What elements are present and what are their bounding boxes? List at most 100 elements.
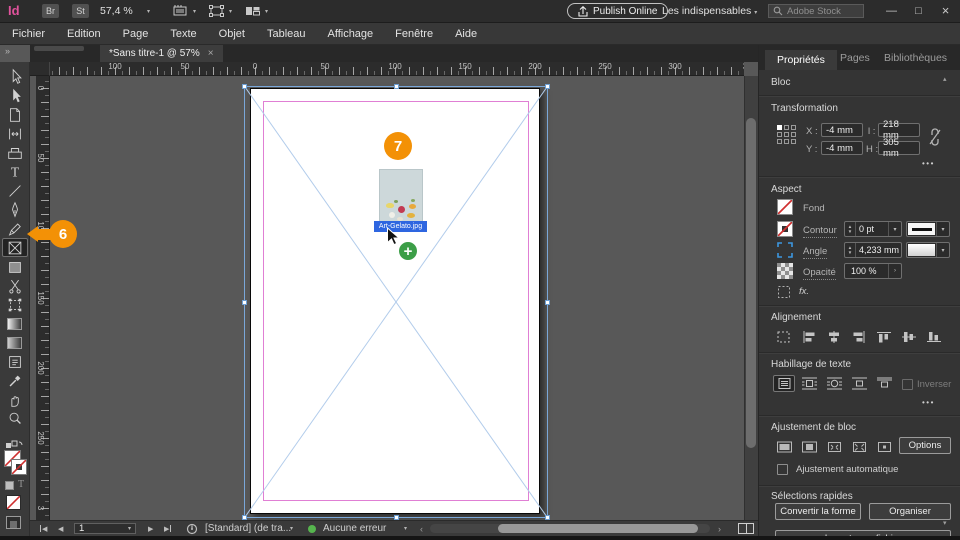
tool-eyedropper-tool[interactable] bbox=[2, 371, 28, 390]
height-field[interactable]: 305 mm bbox=[878, 137, 920, 159]
corner-radius-stepper[interactable]: ▲ ▼ 4,233 mm bbox=[844, 242, 902, 258]
fit-content-proportionally-icon[interactable] bbox=[798, 438, 820, 455]
minimize-button[interactable]: — bbox=[878, 0, 905, 21]
tool-gradient-feather-tool[interactable] bbox=[2, 333, 28, 352]
horizontal-scrollbar-thumb[interactable] bbox=[498, 524, 698, 533]
tool-line-tool[interactable] bbox=[2, 181, 28, 200]
auto-fit-checkbox[interactable] bbox=[777, 464, 788, 475]
constrain-proportions-broken-link-icon[interactable] bbox=[928, 126, 942, 151]
reference-point-7[interactable] bbox=[784, 139, 789, 144]
panel-scroll-down-icon[interactable]: ▾ bbox=[943, 519, 947, 527]
tab-close-icon[interactable]: × bbox=[208, 48, 214, 59]
tools-dock-grip[interactable] bbox=[34, 46, 84, 51]
menu-aide[interactable]: Aide bbox=[444, 28, 488, 40]
stroke-style-chevron-icon[interactable]: ▾ bbox=[936, 222, 949, 236]
menu-tableau[interactable]: Tableau bbox=[256, 28, 317, 40]
align-bottom-icon[interactable] bbox=[923, 328, 945, 345]
menu-page[interactable]: Page bbox=[112, 28, 160, 40]
tool-note-tool[interactable] bbox=[2, 352, 28, 371]
width-field[interactable]: 218 mm bbox=[878, 119, 920, 141]
y-field[interactable]: -4 mm bbox=[821, 141, 863, 155]
corner-shape-chevron-icon[interactable]: ▾ bbox=[936, 243, 949, 257]
align-right-icon[interactable] bbox=[848, 328, 870, 345]
stroke-swatch-icon[interactable] bbox=[777, 221, 793, 237]
stroke-weight-chevron-icon[interactable]: ▾ bbox=[888, 222, 901, 236]
zoom-level-value[interactable]: 57,4 % bbox=[100, 5, 133, 17]
tool-content-collector-tool[interactable] bbox=[2, 143, 28, 162]
view-options-icon[interactable] bbox=[173, 4, 189, 23]
opacity-expand-icon[interactable]: › bbox=[888, 264, 901, 278]
scroll-left-icon[interactable]: ‹ bbox=[420, 521, 423, 536]
selection-handle[interactable] bbox=[545, 300, 550, 305]
tool-pencil-tool[interactable] bbox=[2, 219, 28, 238]
fill-frame-proportionally-icon[interactable] bbox=[773, 438, 795, 455]
corner-label[interactable]: Angle bbox=[803, 246, 828, 259]
adobe-stock-search-input[interactable]: Adobe Stock bbox=[768, 4, 864, 18]
selection-handle[interactable] bbox=[242, 300, 247, 305]
tab-bibliotheques[interactable]: Bibliothèques bbox=[884, 52, 947, 64]
reference-point-1[interactable] bbox=[784, 125, 789, 130]
menu-edition[interactable]: Edition bbox=[56, 28, 112, 40]
pasteboard[interactable]: 7 Art-Gelato.jpg + bbox=[50, 76, 744, 520]
reference-point-0[interactable] bbox=[777, 125, 782, 130]
arrange-documents-chevron-icon[interactable]: ▾ bbox=[265, 8, 268, 15]
bridge-button[interactable]: Br bbox=[42, 4, 59, 18]
apply-none-swatch[interactable] bbox=[6, 495, 21, 510]
workspace-selector[interactable]: Les indispensables ▾ bbox=[662, 5, 757, 17]
align-top-icon[interactable] bbox=[873, 328, 895, 345]
collapse-panels-icon[interactable]: » bbox=[5, 46, 10, 56]
wrap-object-shape-icon[interactable] bbox=[823, 375, 845, 392]
wrap-none-icon[interactable] bbox=[773, 375, 795, 392]
reference-point-selector[interactable] bbox=[777, 125, 797, 145]
preflight-profile-selector[interactable]: [Standard] (de tra... bbox=[205, 521, 291, 536]
document-tab[interactable]: *Sans titre-1 @ 57% × bbox=[100, 45, 223, 62]
error-chevron-icon[interactable]: ▾ bbox=[404, 521, 407, 536]
preflight-chevron-icon[interactable]: ▾ bbox=[290, 521, 293, 536]
publish-online-button[interactable]: Publish Online bbox=[567, 3, 669, 19]
selection-handle[interactable] bbox=[545, 84, 550, 89]
stepper-arrows-icon[interactable]: ▲ ▼ bbox=[845, 243, 856, 257]
tool-page-tool[interactable] bbox=[2, 105, 28, 124]
reference-point-2[interactable] bbox=[791, 125, 796, 130]
text-wrap-more-options[interactable]: ••• bbox=[922, 398, 935, 407]
x-field[interactable]: -4 mm bbox=[821, 123, 863, 137]
corner-dashed-icon[interactable] bbox=[777, 285, 791, 302]
fit-content-to-frame-icon[interactable] bbox=[848, 438, 870, 455]
ruler-origin-corner[interactable] bbox=[30, 62, 50, 76]
stroke-style-dropdown[interactable]: ▾ bbox=[906, 221, 950, 237]
last-page-button[interactable]: ▶ bbox=[164, 521, 172, 536]
stepper-arrows-icon[interactable]: ▲ ▼ bbox=[845, 222, 856, 236]
tool-gradient-tool[interactable] bbox=[2, 314, 28, 333]
preflight-icon[interactable] bbox=[186, 521, 198, 536]
center-content-icon[interactable] bbox=[873, 438, 895, 455]
reference-point-4[interactable] bbox=[784, 132, 789, 137]
stroke-weight-stepper[interactable]: ▲ ▼ 0 pt ▾ bbox=[844, 221, 902, 237]
next-page-button[interactable]: ▶ bbox=[148, 521, 153, 536]
scroll-right-icon[interactable]: › bbox=[718, 521, 721, 536]
fill-swatch-icon[interactable] bbox=[777, 199, 793, 215]
transformation-more-options[interactable]: ••• bbox=[922, 159, 935, 168]
invert-checkbox[interactable] bbox=[902, 379, 913, 390]
convert-shape-button[interactable]: Convertir la forme bbox=[775, 503, 861, 520]
horizontal-ruler[interactable]: 0100500501001502002503003 bbox=[50, 62, 744, 76]
wrap-jump-to-next-column-icon[interactable] bbox=[873, 375, 895, 392]
tool-scissors-tool[interactable] bbox=[2, 276, 28, 295]
stock-button[interactable]: St bbox=[72, 4, 89, 18]
maximize-button[interactable]: □ bbox=[905, 0, 932, 21]
fx-effects-button[interactable]: fx. bbox=[799, 286, 809, 297]
tool-pen-tool[interactable] bbox=[2, 200, 28, 219]
screen-mode-icon[interactable] bbox=[209, 4, 225, 23]
vertical-ruler[interactable]: 0 50 100 150 200 250 3 bbox=[36, 76, 50, 520]
align-vertical-center-icon[interactable] bbox=[898, 328, 920, 345]
screen-mode-button[interactable] bbox=[6, 516, 21, 529]
opacity-control[interactable]: 100 % › bbox=[844, 263, 902, 279]
arrange-documents-icon[interactable] bbox=[245, 4, 261, 23]
preflight-status[interactable]: Aucune erreur bbox=[308, 521, 386, 536]
panel-scroll-up-icon[interactable]: ▴ bbox=[943, 75, 947, 83]
tool-zoom-tool[interactable] bbox=[2, 409, 28, 428]
canvas-vertical-scrollbar-thumb[interactable] bbox=[746, 118, 756, 448]
menu-texte[interactable]: Texte bbox=[159, 28, 207, 40]
tool-rectangle-tool[interactable] bbox=[2, 257, 28, 276]
tool-direct-selection-tool[interactable] bbox=[2, 67, 28, 86]
spread-view-icon[interactable] bbox=[738, 523, 754, 534]
